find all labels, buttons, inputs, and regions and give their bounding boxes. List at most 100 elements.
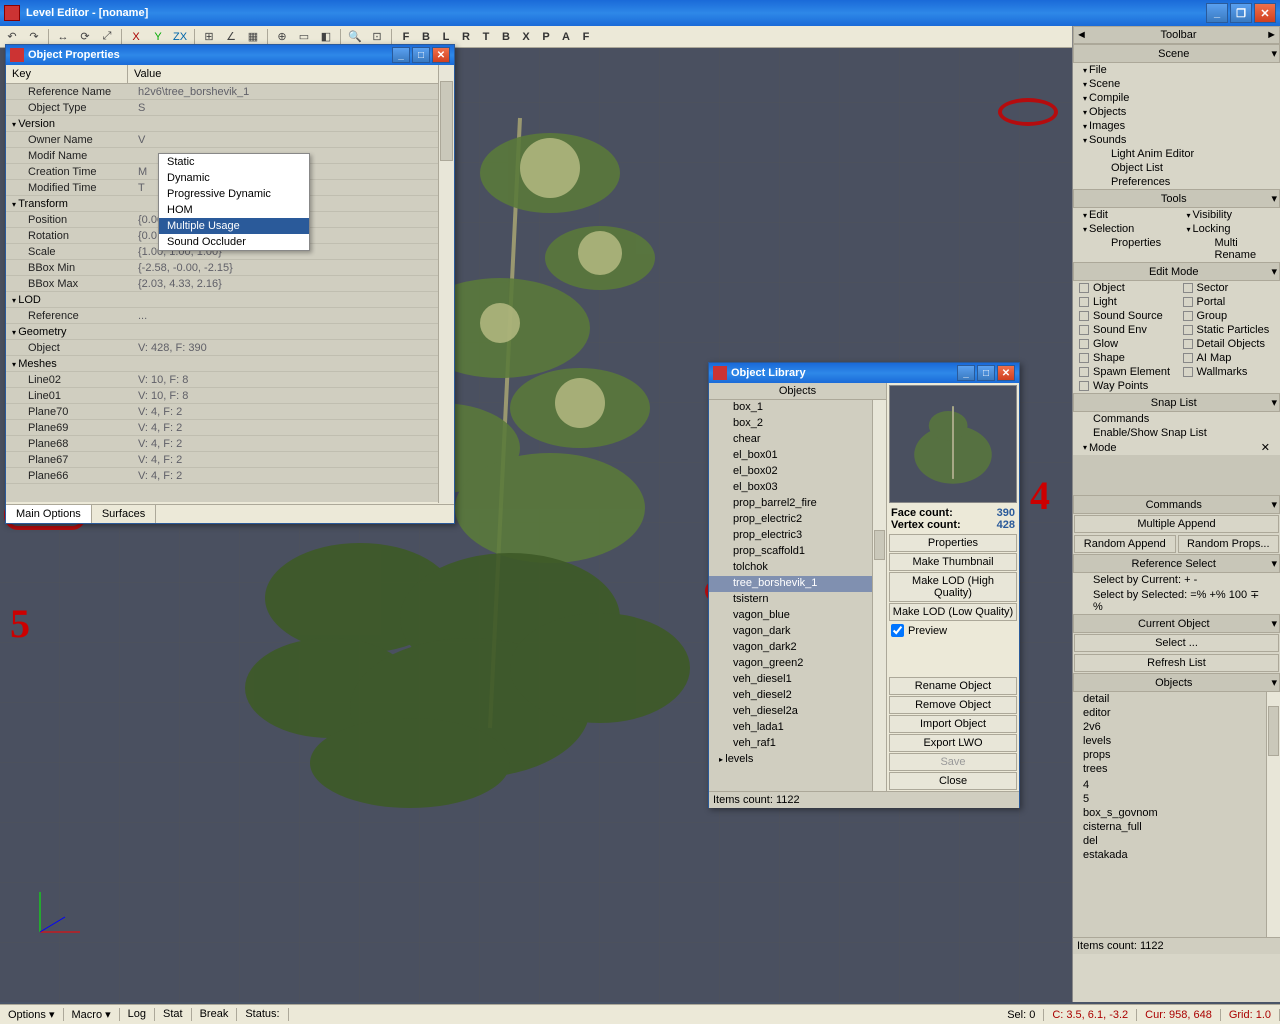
list-item[interactable]: veh_lada1: [709, 720, 886, 736]
restore-button[interactable]: ❐: [1230, 3, 1252, 23]
list-item[interactable]: prop_electric3: [709, 528, 886, 544]
scene-item[interactable]: Sounds: [1073, 133, 1280, 147]
list-item[interactable]: 4: [1073, 778, 1280, 792]
tool-item[interactable]: Edit: [1073, 208, 1177, 222]
property-row[interactable]: BBox Max{2.03, 4.33, 2.16}: [6, 276, 454, 292]
tool-item[interactable]: Visibility: [1177, 208, 1280, 222]
edit-mode-option[interactable]: Glow: [1073, 337, 1177, 351]
toolbar-redo-icon[interactable]: ↷: [26, 29, 42, 45]
edit-mode-option[interactable]: Group: [1177, 309, 1280, 323]
scrollbar-thumb[interactable]: [440, 81, 453, 161]
list-item[interactable]: el_box03: [709, 480, 886, 496]
view-a-button[interactable]: A: [558, 29, 574, 45]
status-segment[interactable]: Log: [120, 1008, 155, 1021]
list-item[interactable]: chear: [709, 432, 886, 448]
list-item[interactable]: vagon_green2: [709, 656, 886, 672]
chevron-down-icon[interactable]: ▾: [1271, 265, 1277, 278]
object-properties-title-bar[interactable]: Object Properties _ □ ✕: [6, 45, 454, 65]
snap-list-header[interactable]: Snap List▾: [1073, 393, 1280, 412]
toolbar-rotate-icon[interactable]: ⟳: [77, 29, 93, 45]
chevron-down-icon[interactable]: ▾: [1271, 557, 1277, 570]
edit-mode-option[interactable]: Portal: [1177, 295, 1280, 309]
list-item[interactable]: del: [1073, 834, 1280, 848]
collapse-left-icon[interactable]: ◄: [1076, 29, 1087, 41]
edit-mode-option[interactable]: Spawn Element: [1073, 365, 1177, 379]
scene-item[interactable]: Object List: [1073, 161, 1280, 175]
scene-item[interactable]: Compile: [1073, 91, 1280, 105]
random-append-button[interactable]: Random Append: [1074, 535, 1176, 553]
toolbar-undo-icon[interactable]: ↶: [4, 29, 20, 45]
chevron-down-icon[interactable]: ▾: [1271, 617, 1277, 630]
list-item[interactable]: levels: [1073, 734, 1280, 748]
lib-button[interactable]: Rename Object: [889, 677, 1017, 695]
commands-header[interactable]: Commands▾: [1073, 495, 1280, 514]
edit-mode-option[interactable]: Sound Env: [1073, 323, 1177, 337]
tool-item[interactable]: Multi Rename: [1177, 236, 1280, 262]
mode-item[interactable]: Mode✕: [1073, 440, 1280, 455]
close-button[interactable]: ✕: [997, 365, 1015, 381]
chevron-down-icon[interactable]: ▾: [1271, 192, 1277, 205]
view-f-button[interactable]: F: [398, 29, 414, 45]
status-segment[interactable]: Stat: [155, 1008, 192, 1021]
toolbar-header[interactable]: ◄Toolbar►: [1073, 26, 1280, 44]
multiple-append-button[interactable]: Multiple Append: [1074, 515, 1279, 533]
list-item[interactable]: veh_diesel2: [709, 688, 886, 704]
list-item[interactable]: cisterna_full: [1073, 820, 1280, 834]
scene-header[interactable]: Scene▾: [1073, 44, 1280, 63]
list-item[interactable]: props: [1073, 748, 1280, 762]
property-row[interactable]: Plane68V: 4, F: 2: [6, 436, 454, 452]
toolbar-move-icon[interactable]: ↔: [55, 29, 71, 45]
reference-select-header[interactable]: Reference Select▾: [1073, 554, 1280, 573]
edit-mode-option[interactable]: Wallmarks: [1177, 365, 1280, 379]
lib-button[interactable]: Import Object: [889, 715, 1017, 733]
list-item[interactable]: detail: [1073, 692, 1280, 706]
maximize-button[interactable]: □: [977, 365, 995, 381]
list-item[interactable]: vagon_dark: [709, 624, 886, 640]
scene-item[interactable]: Light Anim Editor: [1073, 147, 1280, 161]
property-row[interactable]: Object TypeS: [6, 100, 454, 116]
list-folder[interactable]: levels: [709, 752, 886, 766]
dropdown-item[interactable]: Multiple Usage: [159, 218, 309, 234]
toolbar-nscale-icon[interactable]: ▭: [296, 29, 312, 45]
lib-button[interactable]: Save: [889, 753, 1017, 771]
chevron-down-icon[interactable]: ▾: [1271, 47, 1277, 60]
toolbar-angle-icon[interactable]: ∠: [223, 29, 239, 45]
snap-toggle[interactable]: Enable/Show Snap List: [1073, 426, 1280, 440]
list-item[interactable]: tolchok: [709, 560, 886, 576]
dropdown-item[interactable]: Sound Occluder: [159, 234, 309, 250]
dropdown-item[interactable]: Static: [159, 154, 309, 170]
status-segment[interactable]: Macro ▾: [64, 1008, 120, 1021]
status-segment[interactable]: Options ▾: [0, 1008, 64, 1021]
list-item[interactable]: trees: [1073, 762, 1280, 776]
list-item[interactable]: box_s_govnom: [1073, 806, 1280, 820]
list-item[interactable]: tree_borshevik_1: [709, 576, 886, 592]
lib-button[interactable]: Make Thumbnail: [889, 553, 1017, 571]
close-icon[interactable]: ✕: [1261, 441, 1270, 454]
toolbar-snap-icon[interactable]: ⊞: [201, 29, 217, 45]
object-library-title-bar[interactable]: Object Library _ □ ✕: [709, 363, 1019, 383]
scrollbar[interactable]: [1266, 692, 1280, 937]
random-props-button[interactable]: Random Props...: [1178, 535, 1280, 553]
chevron-down-icon[interactable]: ▾: [1271, 396, 1277, 409]
select-by-current[interactable]: Select by Current: + -: [1073, 573, 1280, 587]
property-row[interactable]: Plane67V: 4, F: 2: [6, 452, 454, 468]
snap-commands[interactable]: Commands: [1073, 412, 1280, 426]
toolbar-x-axis[interactable]: X: [128, 29, 144, 45]
lib-button[interactable]: Remove Object: [889, 696, 1017, 714]
refresh-list-button[interactable]: Refresh List: [1074, 654, 1279, 672]
lib-button[interactable]: Close: [889, 772, 1017, 790]
preview-checkbox-input[interactable]: [891, 624, 904, 637]
edit-mode-option[interactable]: Sector: [1177, 281, 1280, 295]
edit-mode-option[interactable]: AI Map: [1177, 351, 1280, 365]
property-row[interactable]: Version: [6, 116, 454, 132]
property-row[interactable]: Line02V: 10, F: 8: [6, 372, 454, 388]
view-b-button[interactable]: B: [498, 29, 514, 45]
minimize-button[interactable]: _: [1206, 3, 1228, 23]
list-item[interactable]: estakada: [1073, 848, 1280, 862]
list-item[interactable]: box_1: [709, 400, 886, 416]
maximize-button[interactable]: □: [412, 47, 430, 63]
lib-button[interactable]: Make LOD (High Quality): [889, 572, 1017, 602]
edit-mode-option[interactable]: Static Particles: [1177, 323, 1280, 337]
property-row[interactable]: Reference Nameh2v6\tree_borshevik_1: [6, 84, 454, 100]
collapse-right-icon[interactable]: ►: [1266, 29, 1277, 41]
